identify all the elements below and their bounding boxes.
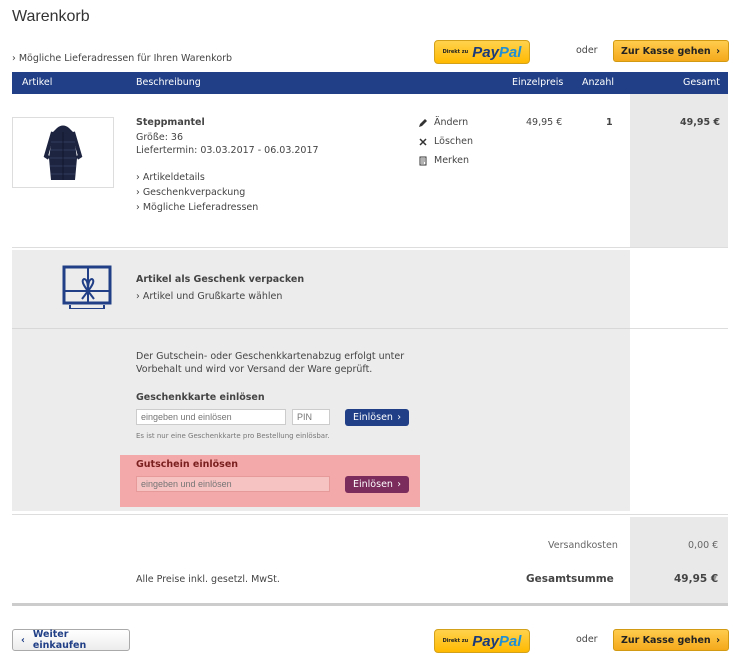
- edit-action[interactable]: Ändern: [418, 117, 468, 128]
- continue-shopping-button[interactable]: ‹ Weiter einkaufen: [12, 629, 130, 651]
- giftcard-hint: Es ist nur eine Geschenkkarte pro Bestel…: [136, 432, 330, 440]
- delete-action[interactable]: Löschen: [418, 136, 473, 147]
- chevron-right-icon: ›: [397, 412, 401, 423]
- unit-price: 49,95 €: [526, 117, 563, 128]
- divider: [12, 514, 728, 515]
- gift-choose-link[interactable]: › Artikel und Grußkarte wählen: [136, 291, 282, 302]
- coupon-input[interactable]: [136, 476, 330, 492]
- voucher-note-line1: Der Gutschein- oder Geschenkkartenabzug …: [136, 351, 405, 362]
- link-artikeldetails[interactable]: › Artikeldetails: [136, 172, 205, 183]
- delete-label: Löschen: [434, 136, 473, 147]
- link-lieferadressen[interactable]: › Mögliche Lieferadressen: [136, 202, 258, 213]
- giftcard-pin-input[interactable]: [292, 409, 330, 425]
- delivery-date: Liefertermin: 03.03.2017 - 06.03.2017: [136, 145, 319, 156]
- chevron-left-icon: ‹: [21, 634, 25, 646]
- divider: [12, 603, 728, 606]
- or-label: oder: [576, 45, 598, 56]
- checkout-button-bottom[interactable]: Zur Kasse gehen ›: [613, 629, 729, 651]
- checkout-button[interactable]: Zur Kasse gehen ›: [613, 40, 729, 62]
- summary-total-bg: [630, 517, 728, 603]
- chevron-right-icon: ›: [716, 634, 720, 646]
- giftcard-title: Geschenkkarte einlösen: [136, 392, 265, 403]
- checkout-label: Zur Kasse gehen: [621, 634, 711, 646]
- header-anzahl: Anzahl: [582, 77, 614, 88]
- paypal-button-bottom[interactable]: Direkt zu PayPal: [434, 629, 530, 653]
- product-size: Größe: 36: [136, 132, 184, 143]
- save-label: Merken: [434, 155, 469, 166]
- coupon-title: Gutschein einlösen: [136, 459, 239, 470]
- or-label: oder: [576, 634, 598, 645]
- divider: [630, 328, 728, 329]
- product-name[interactable]: Steppmantel: [136, 117, 205, 128]
- product-image[interactable]: [12, 117, 114, 188]
- giftcard-redeem-button[interactable]: Einlösen ›: [345, 409, 409, 426]
- total-label: Gesamtsumme: [526, 573, 614, 585]
- paypal-logo: PayPal: [472, 632, 522, 650]
- shipping-label: Versandkosten: [548, 540, 618, 551]
- header-gesamt: Gesamt: [683, 77, 720, 88]
- link-geschenkverpackung[interactable]: › Geschenkverpackung: [136, 187, 245, 198]
- header-artikel: Artikel: [22, 77, 53, 88]
- save-action[interactable]: Merken: [418, 155, 469, 166]
- table-header: Artikel Beschreibung Einzelpreis Anzahl …: [12, 72, 728, 94]
- redeem-label: Einlösen: [353, 479, 393, 490]
- divider: [12, 328, 630, 329]
- quantity: 1: [606, 117, 613, 128]
- chevron-right-icon: ›: [397, 479, 401, 490]
- chevron-right-icon: ›: [716, 45, 720, 57]
- coupon-redeem-button[interactable]: Einlösen ›: [345, 476, 409, 493]
- pencil-icon: [419, 118, 427, 127]
- page-title: Warenkorb: [12, 8, 90, 25]
- paypal-small-label: Direkt zu: [442, 49, 469, 55]
- header-einzelpreis: Einzelpreis: [512, 77, 564, 88]
- total-value: 49,95 €: [674, 573, 719, 585]
- paypal-small-label: Direkt zu: [442, 638, 469, 644]
- header-beschreibung: Beschreibung: [136, 77, 201, 88]
- delivery-addresses-link[interactable]: › Mögliche Lieferadressen für Ihren Ware…: [12, 53, 232, 64]
- coat-image: [43, 125, 83, 180]
- divider: [12, 247, 728, 248]
- checkout-label: Zur Kasse gehen: [621, 45, 711, 57]
- continue-shopping-label: Weiter einkaufen: [32, 629, 87, 651]
- notepad-icon: [419, 156, 427, 165]
- item-total: 49,95 €: [680, 117, 720, 128]
- gift-title: Artikel als Geschenk verpacken: [136, 274, 305, 285]
- shipping-value: 0,00 €: [688, 540, 719, 551]
- voucher-note-line2: Vorbehalt und wird vor Versand der Ware …: [136, 364, 373, 375]
- paypal-logo: PayPal: [472, 43, 522, 61]
- gift-icon: [62, 265, 112, 312]
- redeem-label: Einlösen: [353, 412, 393, 423]
- edit-label: Ändern: [434, 117, 469, 128]
- paypal-button[interactable]: Direkt zu PayPal: [434, 40, 530, 64]
- close-icon: [419, 137, 427, 146]
- vat-note: Alle Preise inkl. gesetzl. MwSt.: [136, 574, 280, 585]
- giftcard-input[interactable]: [136, 409, 286, 425]
